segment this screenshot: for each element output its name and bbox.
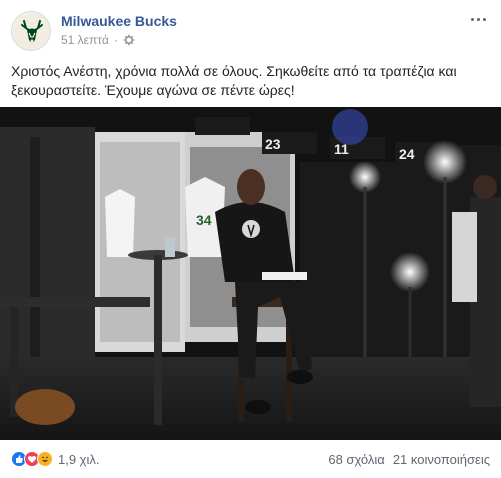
shares-count-link[interactable]: 21 κοινοποιήσεις <box>393 452 490 467</box>
post-text: Χριστός Ανέστη, χρόνια πολλά σε όλους. Σ… <box>11 63 457 98</box>
more-options-icon[interactable] <box>471 12 491 26</box>
locker-number-23: 23 <box>265 136 281 152</box>
jersey-number: 34 <box>196 212 212 228</box>
bucks-logo-icon[interactable] <box>11 11 51 51</box>
locker-number-24: 24 <box>399 146 415 162</box>
post-stats: 68 σχόλια 21 κοινοποιήσεις <box>328 452 490 467</box>
reactions-summary[interactable]: 1,9 χιλ. <box>11 451 100 467</box>
reaction-count: 1,9 χιλ. <box>58 451 100 467</box>
haha-icon <box>37 451 53 467</box>
post-photo[interactable]: 23 11 24 34 <box>0 107 501 440</box>
settings-globe-icon[interactable] <box>123 34 135 46</box>
facebook-post: Milwaukee Bucks 51 λεπτά · Χριστός Ανέστ… <box>0 0 501 478</box>
comments-count-link[interactable]: 68 σχόλια <box>328 452 384 467</box>
post-footer: 1,9 χιλ. 68 σχόλια 21 κοινοποιήσεις <box>0 440 501 478</box>
post-header: Milwaukee Bucks 51 λεπτά · <box>0 0 501 56</box>
post-time-link[interactable]: 51 λεπτά <box>61 33 109 47</box>
page-name-link[interactable]: Milwaukee Bucks <box>61 13 177 29</box>
post-meta: 51 λεπτά · <box>61 33 135 47</box>
